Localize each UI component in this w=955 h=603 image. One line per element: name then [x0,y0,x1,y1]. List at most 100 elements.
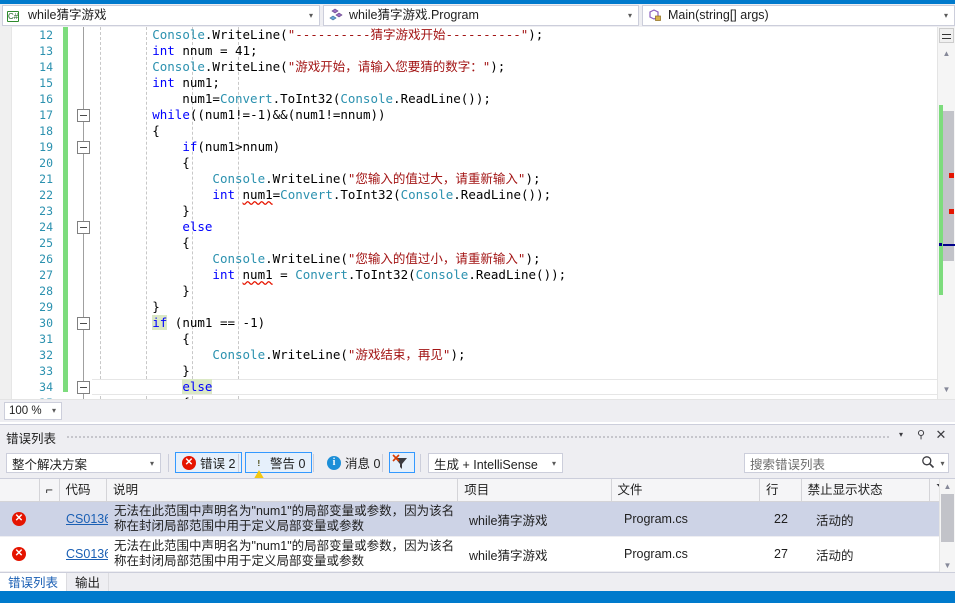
column-header-file[interactable]: 文件 [612,479,760,501]
code-line[interactable]: while((num1!=-1)&&(num1!=nnum)) [92,107,955,123]
scroll-up-icon[interactable]: ▲ [940,47,953,60]
chevron-down-icon[interactable]: ▾ [546,459,562,468]
error-code-link[interactable]: CS0136 [60,537,108,571]
scope-dropdown[interactable]: 整个解决方案 ▾ [6,453,161,473]
code-line[interactable]: } [92,203,955,219]
project-dropdown[interactable]: C# while猜字游戏 ▾ [2,5,320,26]
column-header-desc[interactable]: 说明 [107,479,459,501]
split-view-icon[interactable] [939,28,954,43]
error-list-panel: 错误列表 ▾ ⚲ ✕ 整个解决方案 ▾ ✕ 错误 2 警告 0 i 消 [0,424,955,595]
error-code-link[interactable]: CS0136 [60,502,108,536]
type-dropdown[interactable]: while猜字游戏.Program ▾ [323,5,639,26]
column-header-supp[interactable]: 禁止显示状态 [802,479,931,501]
code-token: (num1 == -1) [167,315,266,330]
warning-icon [252,455,266,482]
code-line[interactable]: int num1=Convert.ToInt32(Console.ReadLin… [92,187,955,203]
column-header-proj[interactable]: 项目 [458,479,612,501]
code-line[interactable]: if (num1 == -1) [92,315,955,331]
panel-menu-icon[interactable]: ▾ [893,427,909,443]
column-header-icon[interactable] [0,479,40,501]
code-token: = [272,267,296,282]
code-token: { [92,155,190,170]
table-row[interactable]: ✕ CS0136 无法在此范围中声明名为"num1"的局部变量或参数，因为该名称在封… [0,537,955,572]
scrollbar-error-mark[interactable] [949,209,954,214]
scrollbar-thumb[interactable] [943,111,954,261]
code-line[interactable]: int nnum = 41; [92,43,955,59]
chevron-down-icon[interactable]: ▾ [144,459,160,468]
panel-drag-handle[interactable] [66,435,891,438]
scroll-down-icon[interactable]: ▼ [941,559,954,572]
scrollbar-error-mark[interactable] [949,173,954,178]
code-line[interactable]: Console.WriteLine("游戏结束，再见"); [92,347,955,363]
panel-pin-icon[interactable]: ⚲ [913,427,929,443]
collapse-toggle-icon[interactable] [77,221,90,234]
code-line[interactable]: Console.WriteLine("----------猜字游戏开始-----… [92,27,955,43]
code-line[interactable]: { [92,155,955,171]
error-list-grid[interactable]: ⌐ 代码 说明 项目 文件行禁止显示状态 ✕ CS0136 无法在此范围中声明名为"num1… [0,478,955,573]
chevron-down-icon[interactable]: ▾ [303,6,319,25]
row-pin-cell[interactable] [40,537,60,571]
collapse-toggle-icon[interactable] [77,141,90,154]
code-line[interactable]: { [92,235,955,251]
chevron-down-icon[interactable]: ▾ [937,459,948,468]
column-header-line[interactable]: 行 [760,479,802,501]
code-token: while [152,107,190,122]
error-suppression-state: 活动的 [816,548,854,563]
code-line[interactable]: { [92,331,955,347]
clear-filter-button[interactable] [389,452,415,473]
search-error-list[interactable]: 搜索错误列表 ▾ [744,453,949,473]
code-line[interactable]: } [92,283,955,299]
error-list-scrollbar[interactable]: ▲ ▼ [939,479,955,573]
code-line[interactable]: { [92,123,955,139]
panel-close-icon[interactable]: ✕ [933,427,949,443]
chevron-down-icon[interactable]: ▾ [622,6,638,25]
code-token: } [92,299,160,314]
collapse-toggle-icon[interactable] [77,381,90,394]
row-pin-cell[interactable] [40,502,60,536]
build-intellisense-dropdown[interactable]: 生成 + IntelliSense ▾ [428,453,563,473]
zoom-level-value: 100 % [9,405,42,417]
panel-title: 错误列表 [6,432,57,446]
search-input[interactable]: 搜索错误列表 [745,454,919,473]
table-row[interactable]: ✕ CS0136 无法在此范围中声明名为"num1"的局部变量或参数，因为该名称在封… [0,502,955,537]
collapse-toggle-icon[interactable] [77,109,90,122]
code-line[interactable]: Console.WriteLine("您输入的值过小，请重新输入"); [92,251,955,267]
code-line[interactable]: num1=Convert.ToInt32(Console.ReadLine())… [92,91,955,107]
errors-filter-label: 错误 2 [200,457,236,471]
code-token: .ToInt32( [332,187,401,202]
code-token: Console [212,251,266,266]
zoom-level-dropdown[interactable]: 100 % ▾ [4,402,62,420]
error-list-header-row[interactable]: ⌐ 代码 说明 项目 文件行禁止显示状态 [0,479,955,502]
warnings-filter-button[interactable]: 警告 0 [245,452,313,482]
code-line[interactable]: else [92,219,955,235]
code-text-area[interactable]: Console.WriteLine("----------猜字游戏开始-----… [92,27,955,399]
collapse-toggle-icon[interactable] [77,317,90,330]
search-icon[interactable] [919,455,937,472]
code-token: Convert [280,187,333,202]
chevron-down-icon[interactable]: ▾ [47,403,61,419]
column-header-pin[interactable]: ⌐ [40,479,60,501]
member-dropdown[interactable]: Main(string[] args) ▾ [642,5,955,26]
editor-vertical-scrollbar[interactable]: ▲ ▼ [937,27,955,399]
code-line[interactable]: int num1; [92,75,955,91]
scroll-up-icon[interactable]: ▲ [941,480,954,493]
code-editor[interactable]: 12 13 14 15 16 17 18 19 20 21 22 23 24 25 26 27 28 29 30 31… [0,27,955,399]
column-header-code[interactable]: 代码 [60,479,108,501]
scroll-down-icon[interactable]: ▼ [940,383,953,396]
toolbar-separator [420,454,421,472]
code-line[interactable]: Console.WriteLine("游戏开始，请输入您要猜的数字："); [92,59,955,75]
code-line[interactable]: Console.WriteLine("您输入的值过大，请重新输入"); [92,171,955,187]
messages-filter-button[interactable]: i 消息 0 [320,452,387,473]
code-token: .ReadLine()); [453,187,552,202]
error-list-body[interactable]: ✕ CS0136 无法在此范围中声明名为"num1"的局部变量或参数，因为该名称在封… [0,502,955,572]
code-line[interactable]: } [92,363,955,379]
code-line[interactable]: int num1 = Convert.ToInt32(Console.ReadL… [92,267,955,283]
code-token: Console [152,59,205,74]
scrollbar-thumb[interactable] [941,494,954,542]
code-line[interactable]: if(num1>nnum) [92,139,955,155]
code-line[interactable]: } [92,299,955,315]
errors-filter-button[interactable]: ✕ 错误 2 [175,452,243,473]
outlining-margin[interactable] [76,27,92,399]
code-line[interactable]: else [92,379,955,395]
chevron-down-icon[interactable]: ▾ [938,6,954,25]
